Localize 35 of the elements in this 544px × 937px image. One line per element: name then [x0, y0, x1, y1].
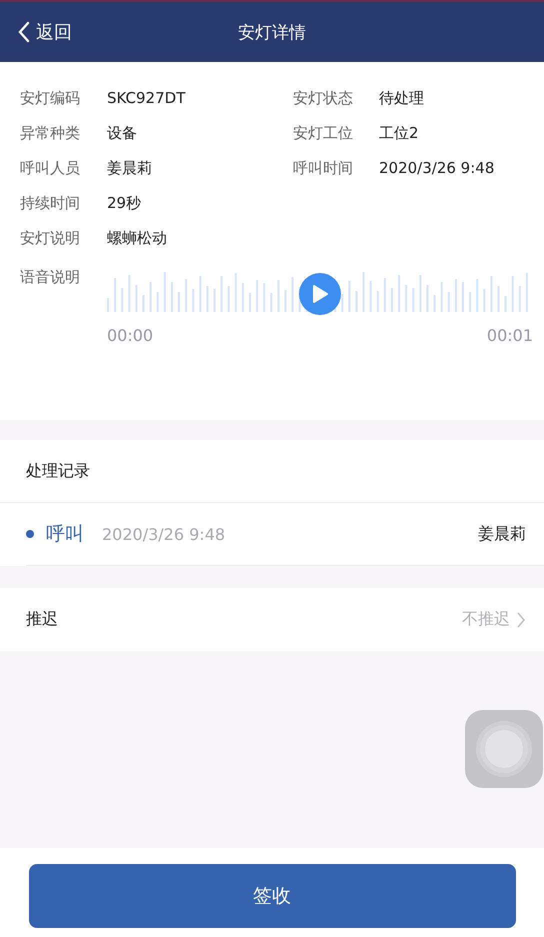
field-label: 安灯状态 — [293, 88, 354, 109]
play-icon — [311, 284, 329, 304]
field-value: 29秒 — [107, 193, 142, 214]
field-label: 语音说明 — [20, 268, 81, 288]
status-dot — [26, 530, 34, 538]
field-value: 待处理 — [379, 88, 425, 109]
field-label: 安灯工位 — [293, 123, 354, 144]
time-label: 00:00 — [107, 326, 154, 345]
back-button[interactable]: 返回 — [18, 20, 72, 44]
field-label: 呼叫人员 — [20, 158, 81, 179]
section-title: 处理记录 — [26, 460, 90, 482]
circle-icon — [476, 721, 532, 777]
sign-button[interactable]: 签收 — [28, 864, 516, 928]
field-label: 安灯说明 — [20, 228, 81, 249]
chevron-right-icon — [516, 610, 526, 628]
field-value: 螺蛳松动 — [107, 228, 168, 249]
field-label: 安灯编码 — [20, 88, 81, 109]
back-chevron-icon — [18, 21, 30, 43]
record-time: 2020/3/26 9:48 — [102, 524, 226, 544]
field-value: 姜晨莉 — [107, 158, 153, 179]
field-value: 2020/3/26 9:48 — [379, 158, 496, 179]
field-value: 设备 — [107, 123, 138, 144]
field-label: 呼叫时间 — [293, 158, 354, 179]
play-button[interactable] — [299, 273, 341, 315]
page-title: 安灯详情 — [238, 22, 306, 42]
field-value: 工位2 — [379, 123, 420, 144]
row-label: 推迟 — [26, 609, 59, 630]
delay-row[interactable]: 推迟 不推迟 — [0, 588, 544, 651]
time-label: 00:01 — [486, 326, 533, 345]
field-value: SKC927DT — [107, 88, 186, 109]
record-person: 姜晨莉 — [478, 524, 526, 544]
row-value: 不推迟 — [462, 609, 510, 630]
field-label: 异常种类 — [20, 123, 81, 144]
field-label: 持续时间 — [20, 193, 81, 214]
record-action: 呼叫 — [46, 522, 84, 547]
